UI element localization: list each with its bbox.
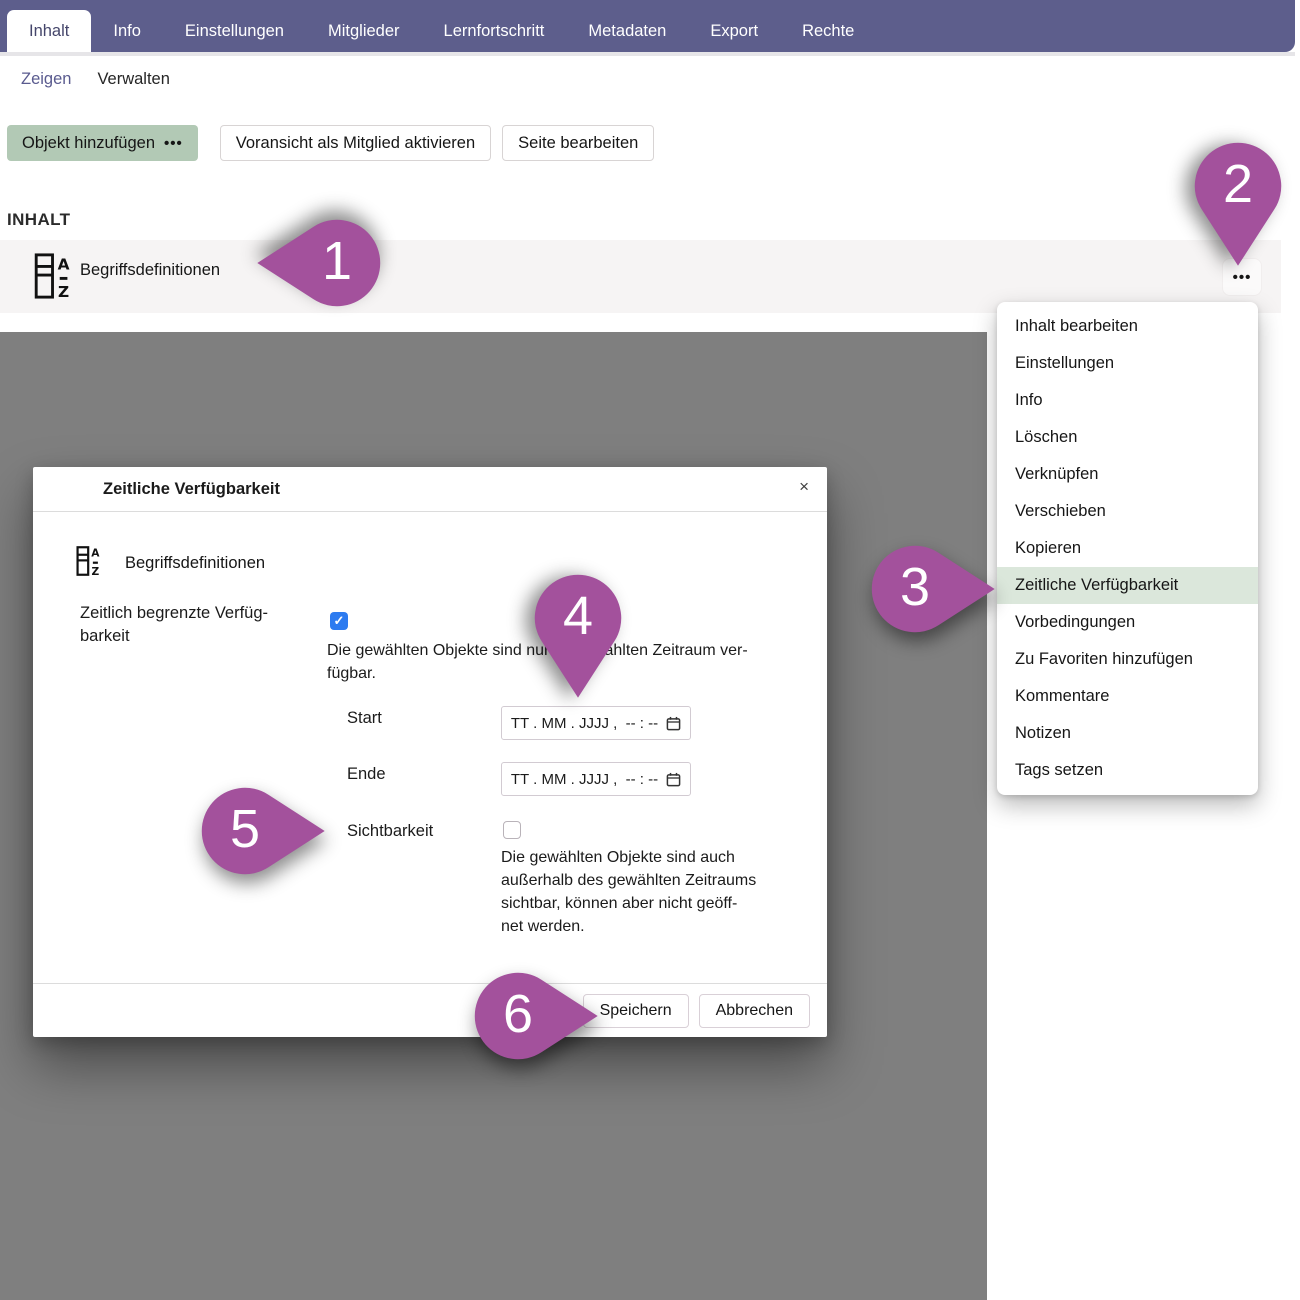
menu-item-notizen[interactable]: Notizen (997, 715, 1258, 752)
menu-item-tags-setzen[interactable]: Tags setzen (997, 752, 1258, 789)
add-object-label: Objekt hinzufügen (22, 134, 155, 153)
marker-number: 3 (900, 556, 930, 618)
tab-export[interactable]: Export (688, 10, 780, 52)
toolbar: Objekt hinzufügen ••• Voransicht als Mit… (7, 125, 654, 161)
menu-item-verschieben[interactable]: Verschieben (997, 493, 1258, 530)
menu-item-kommentare[interactable]: Kommentare (997, 678, 1258, 715)
tab-lernfortschritt[interactable]: Lernfortschritt (422, 10, 567, 52)
glossary-icon: A Z (33, 252, 73, 305)
limited-availability-label: Zeitlich begrenzte Verfüg- barkeit (80, 602, 268, 648)
add-object-button[interactable]: Objekt hinzufügen ••• (7, 125, 198, 161)
marker-number: 6 (503, 983, 533, 1045)
calendar-icon[interactable] (666, 772, 681, 787)
visibility-byline: Die gewählten Objekte sind auch außerhal… (501, 846, 811, 938)
tab-rechte[interactable]: Rechte (780, 10, 876, 52)
start-datetime-value: TT . MM . JJJJ , -- : -- (511, 715, 658, 732)
tab-inhalt[interactable]: Inhalt (7, 10, 91, 52)
content-item-title[interactable]: Begriffsdefinitionen (80, 261, 220, 280)
menu-item-zu-favoriten[interactable]: Zu Favoriten hinzufügen (997, 641, 1258, 678)
start-label: Start (347, 707, 382, 730)
svg-text:Z: Z (58, 283, 69, 300)
cancel-button[interactable]: Abbrechen (699, 994, 810, 1028)
limited-availability-checkbox[interactable]: ✓ (330, 612, 348, 630)
svg-text:A: A (58, 255, 70, 273)
menu-item-inhalt-bearbeiten[interactable]: Inhalt bearbeiten (997, 308, 1258, 345)
menu-item-verknuepfen[interactable]: Verknüpfen (997, 456, 1258, 493)
marker-number: 5 (230, 798, 260, 860)
tab-info[interactable]: Info (91, 10, 163, 52)
visibility-checkbox[interactable] (503, 821, 521, 839)
preview-as-member-button[interactable]: Voransicht als Mitglied aktivieren (220, 125, 491, 161)
marker-number: 2 (1223, 153, 1253, 215)
menu-item-vorbedingungen[interactable]: Vorbedingungen (997, 604, 1258, 641)
tab-mitglieder[interactable]: Mitglieder (306, 10, 422, 52)
more-options-icon: ••• (164, 135, 183, 152)
modal-footer: Speichern Abbrechen (33, 983, 827, 1037)
visibility-label: Sichtbarkeit (347, 820, 433, 843)
menu-item-info[interactable]: Info (997, 382, 1258, 419)
nav-bottom-strip (0, 52, 1295, 56)
menu-item-einstellungen[interactable]: Einstellungen (997, 345, 1258, 382)
modal-header: Zeitliche Verfügbarkeit × (33, 467, 827, 512)
end-label: Ende (347, 763, 386, 786)
subtab-verwalten[interactable]: Verwalten (97, 70, 169, 89)
menu-item-kopieren[interactable]: Kopieren (997, 530, 1258, 567)
svg-text:Z: Z (92, 565, 100, 577)
menu-item-zeitliche-verfuegbarkeit[interactable]: Zeitliche Verfügbarkeit (997, 567, 1258, 604)
end-datetime-input[interactable]: TT . MM . JJJJ , -- : -- (501, 762, 691, 796)
modal-object-line: A Z Begriffsdefinitionen (76, 545, 265, 582)
calendar-icon[interactable] (666, 716, 681, 731)
modal-title: Zeitliche Verfügbarkeit (103, 480, 280, 499)
marker-number: 4 (563, 585, 593, 647)
content-section-heading: INHALT (7, 210, 70, 230)
top-navigation: Inhalt Info Einstellungen Mitglieder Ler… (0, 0, 1295, 52)
marker-number: 1 (322, 230, 352, 292)
tab-metadaten[interactable]: Metadaten (566, 10, 688, 52)
subtab-zeigen[interactable]: Zeigen (21, 70, 71, 89)
tab-einstellungen[interactable]: Einstellungen (163, 10, 306, 52)
edit-page-button[interactable]: Seite bearbeiten (502, 125, 654, 161)
glossary-icon: A Z (76, 545, 101, 582)
menu-item-loeschen[interactable]: Löschen (997, 419, 1258, 456)
close-icon[interactable]: × (799, 477, 809, 497)
item-actions-dropdown: Inhalt bearbeiten Einstellungen Info Lös… (997, 302, 1258, 795)
availability-modal: Zeitliche Verfügbarkeit × A Z Begriffsde… (33, 467, 827, 1037)
sub-tabs: Zeigen Verwalten (21, 70, 170, 89)
end-datetime-value: TT . MM . JJJJ , -- : -- (511, 771, 658, 788)
checkbox-check-icon: ✓ (334, 613, 345, 629)
svg-text:A: A (91, 547, 100, 560)
modal-object-title: Begriffsdefinitionen (125, 554, 265, 573)
start-datetime-input[interactable]: TT . MM . JJJJ , -- : -- (501, 706, 691, 740)
